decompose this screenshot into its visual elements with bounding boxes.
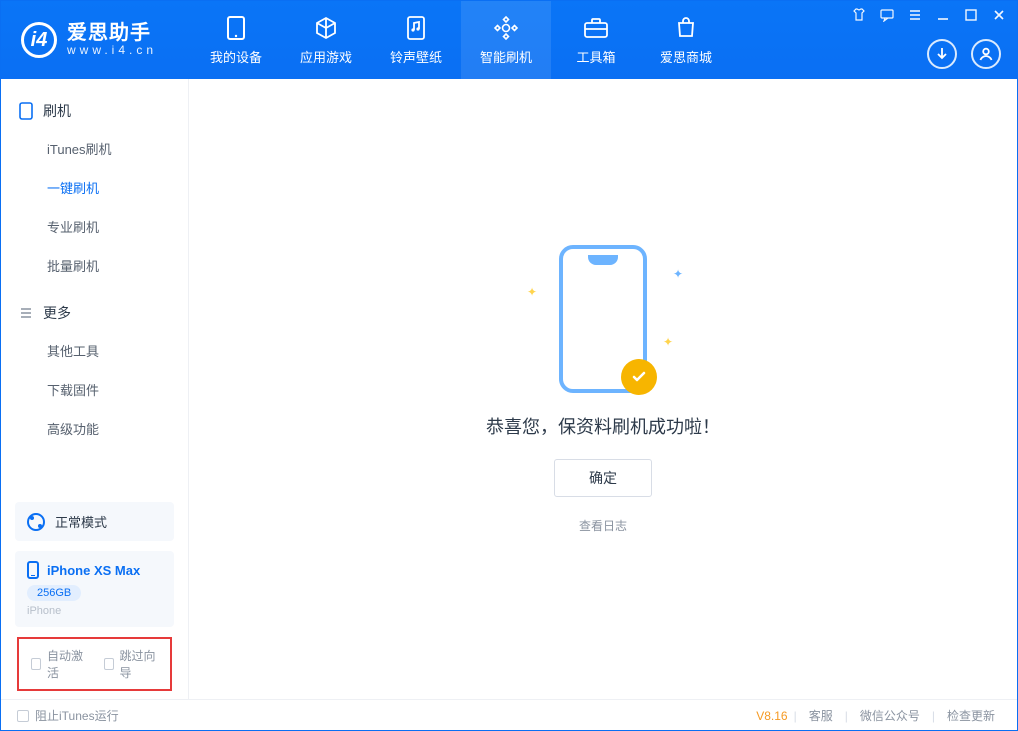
tab-label: 爱思商城 xyxy=(660,47,712,66)
checkmark-badge-icon xyxy=(621,359,657,395)
tab-my-device[interactable]: 我的设备 xyxy=(191,1,281,79)
sidebar-item-itunes-flash[interactable]: iTunes刷机 xyxy=(47,129,188,168)
phone-outline-icon xyxy=(19,102,33,120)
tshirt-icon[interactable] xyxy=(851,7,867,23)
sidebar-item-batch-flash[interactable]: 批量刷机 xyxy=(47,246,188,285)
sparkle-icon: ✦ xyxy=(663,335,673,349)
sidebar-group-flash: 刷机 xyxy=(1,93,188,129)
view-log-link[interactable]: 查看日志 xyxy=(579,517,627,534)
device-name: iPhone XS Max xyxy=(47,563,140,578)
sidebar-item-download-firmware[interactable]: 下载固件 xyxy=(47,370,188,409)
tab-toolbox[interactable]: 工具箱 xyxy=(551,1,641,79)
tab-ringtone-wallpaper[interactable]: 铃声壁纸 xyxy=(371,1,461,79)
sidebar-item-advanced[interactable]: 高级功能 xyxy=(47,409,188,448)
tab-label: 铃声壁纸 xyxy=(390,47,442,66)
footer: 阻止iTunes运行 V8.16 | 客服 | 微信公众号 | 检查更新 xyxy=(1,699,1017,731)
header-right xyxy=(927,39,1001,69)
toolbox-icon xyxy=(583,15,609,41)
logo-area: i4 爱思助手 www.i4.cn xyxy=(1,1,191,79)
main-content: ✦ ✦ ✦ 恭喜您，保资料刷机成功啦！ 确定 查看日志 xyxy=(189,79,1017,699)
success-illustration: ✦ ✦ ✦ xyxy=(559,245,647,393)
mode-box[interactable]: 正常模式 xyxy=(15,502,174,541)
tab-store[interactable]: 爱思商城 xyxy=(641,1,731,79)
logo-icon: i4 xyxy=(21,22,57,58)
footer-link-support[interactable]: 客服 xyxy=(803,707,839,724)
checkbox-block-itunes[interactable]: 阻止iTunes运行 xyxy=(17,707,119,724)
minimize-icon[interactable] xyxy=(935,7,951,23)
sidebar: 刷机 iTunes刷机 一键刷机 专业刷机 批量刷机 更多 其他工具 下载固件 … xyxy=(1,79,189,699)
feedback-icon[interactable] xyxy=(879,7,895,23)
tab-label: 智能刷机 xyxy=(480,47,532,66)
app-url: www.i4.cn xyxy=(67,44,157,57)
sidebar-item-other-tools[interactable]: 其他工具 xyxy=(47,331,188,370)
group-title: 更多 xyxy=(43,303,71,323)
cube-icon xyxy=(313,15,339,41)
group-title: 刷机 xyxy=(43,101,71,121)
tab-apps-games[interactable]: 应用游戏 xyxy=(281,1,371,79)
window-controls xyxy=(851,7,1007,23)
nav-tabs: 我的设备 应用游戏 铃声壁纸 智能刷机 工具箱 爱思商城 xyxy=(191,1,731,79)
ok-button[interactable]: 确定 xyxy=(554,459,652,497)
tab-smart-flash[interactable]: 智能刷机 xyxy=(461,1,551,79)
device-box[interactable]: iPhone XS Max 256GB iPhone xyxy=(15,551,174,627)
footer-link-wechat[interactable]: 微信公众号 xyxy=(854,707,926,724)
menu-icon[interactable] xyxy=(907,7,923,23)
sidebar-group-more: 更多 xyxy=(1,295,188,331)
download-button[interactable] xyxy=(927,39,957,69)
device-type: iPhone xyxy=(27,605,162,617)
sparkle-icon: ✦ xyxy=(527,285,537,299)
sidebar-item-onekey-flash[interactable]: 一键刷机 xyxy=(47,168,188,207)
sparkle-icon: ✦ xyxy=(673,267,683,281)
close-icon[interactable] xyxy=(991,7,1007,23)
tab-label: 我的设备 xyxy=(210,47,262,66)
footer-link-update[interactable]: 检查更新 xyxy=(941,707,1001,724)
device-capacity: 256GB xyxy=(27,585,81,601)
list-icon xyxy=(19,306,33,320)
ringtone-icon xyxy=(403,15,429,41)
checkbox-skip-guide[interactable]: 跳过向导 xyxy=(104,647,159,681)
tab-label: 工具箱 xyxy=(576,47,615,66)
options-row: 自动激活 跳过向导 xyxy=(17,637,172,691)
phone-icon xyxy=(27,561,39,579)
flash-icon xyxy=(493,15,519,41)
mode-icon xyxy=(27,513,45,531)
body: 刷机 iTunes刷机 一键刷机 专业刷机 批量刷机 更多 其他工具 下载固件 … xyxy=(1,79,1017,699)
tab-label: 应用游戏 xyxy=(300,47,352,66)
success-message: 恭喜您，保资料刷机成功啦！ xyxy=(486,413,720,439)
checkbox-auto-activate[interactable]: 自动激活 xyxy=(31,647,86,681)
version: V8.16 xyxy=(756,709,787,723)
sidebar-item-pro-flash[interactable]: 专业刷机 xyxy=(47,207,188,246)
phone-illustration-icon xyxy=(559,245,647,393)
mode-label: 正常模式 xyxy=(55,512,107,531)
device-icon xyxy=(223,15,249,41)
store-icon xyxy=(673,15,699,41)
titlebar: i4 爱思助手 www.i4.cn 我的设备 应用游戏 铃声壁纸 智能刷机 工具… xyxy=(1,1,1017,79)
maximize-icon[interactable] xyxy=(963,7,979,23)
user-button[interactable] xyxy=(971,39,1001,69)
app-name: 爱思助手 xyxy=(67,22,157,44)
